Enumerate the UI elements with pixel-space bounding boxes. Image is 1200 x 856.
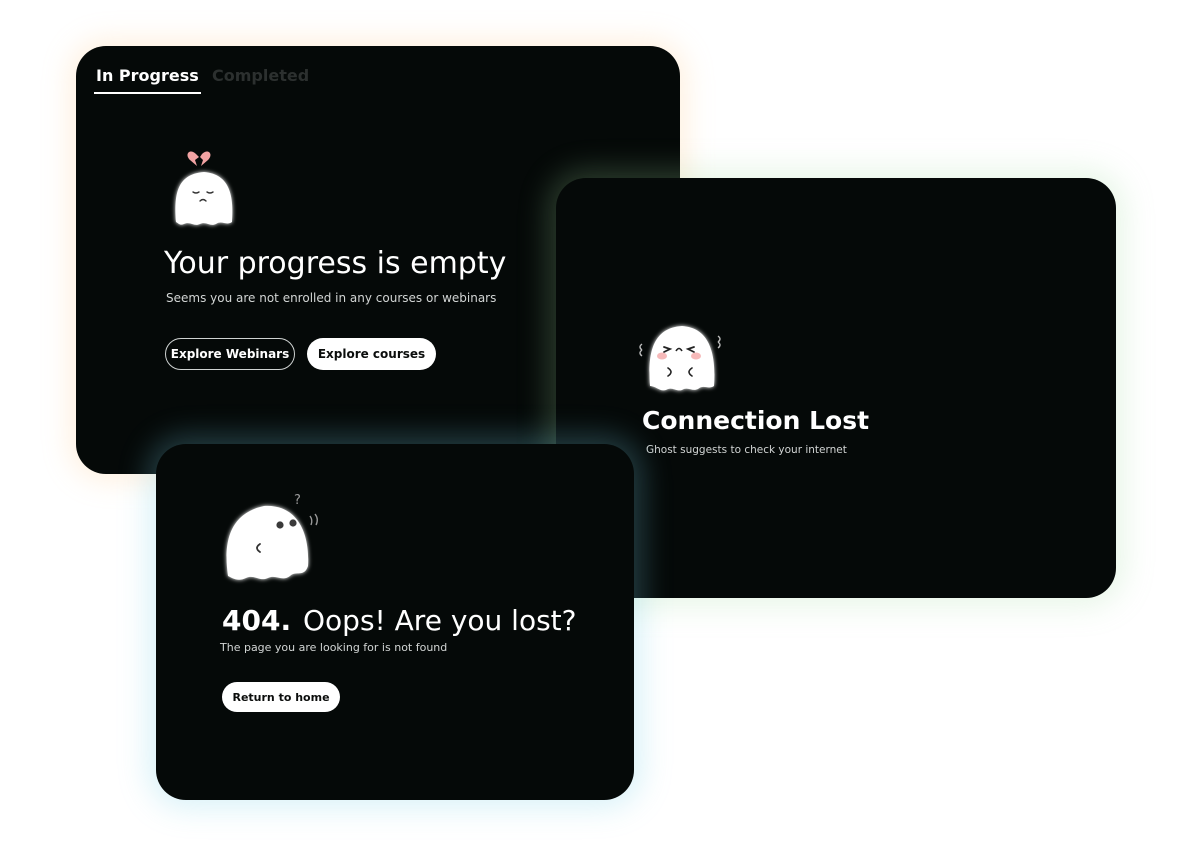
tab-in-progress-label: In Progress xyxy=(96,66,199,85)
crying-ghost-icon xyxy=(636,318,726,402)
tab-in-progress[interactable]: In Progress xyxy=(94,66,201,94)
explore-webinars-button[interactable]: Explore Webinars xyxy=(165,338,295,370)
sad-ghost-broken-heart-icon xyxy=(166,148,246,236)
connection-lost-subtitle: Ghost suggests to check your internet xyxy=(646,444,847,456)
progress-empty-subtitle: Seems you are not enrolled in any course… xyxy=(166,291,497,305)
return-home-button[interactable]: Return to home xyxy=(222,682,340,712)
explore-courses-button[interactable]: Explore courses xyxy=(307,338,436,370)
not-found-subtitle: The page you are looking for is not foun… xyxy=(220,641,448,654)
not-found-card: ? 404. Oops! Are you lost? The page you … xyxy=(156,444,634,800)
tab-completed[interactable]: Completed xyxy=(212,66,309,85)
connection-lost-title: Connection Lost xyxy=(642,406,870,435)
connection-lost-card: Connection Lost Ghost suggests to check … xyxy=(556,178,1116,598)
error-code: 404. xyxy=(222,604,292,637)
confused-ghost-icon: ? xyxy=(218,492,328,590)
not-found-title: Oops! Are you lost? xyxy=(303,604,577,637)
tab-completed-label: Completed xyxy=(212,66,310,85)
active-tab-indicator xyxy=(94,92,201,94)
progress-empty-title: Your progress is empty xyxy=(164,246,507,281)
svg-text:?: ? xyxy=(294,493,301,508)
